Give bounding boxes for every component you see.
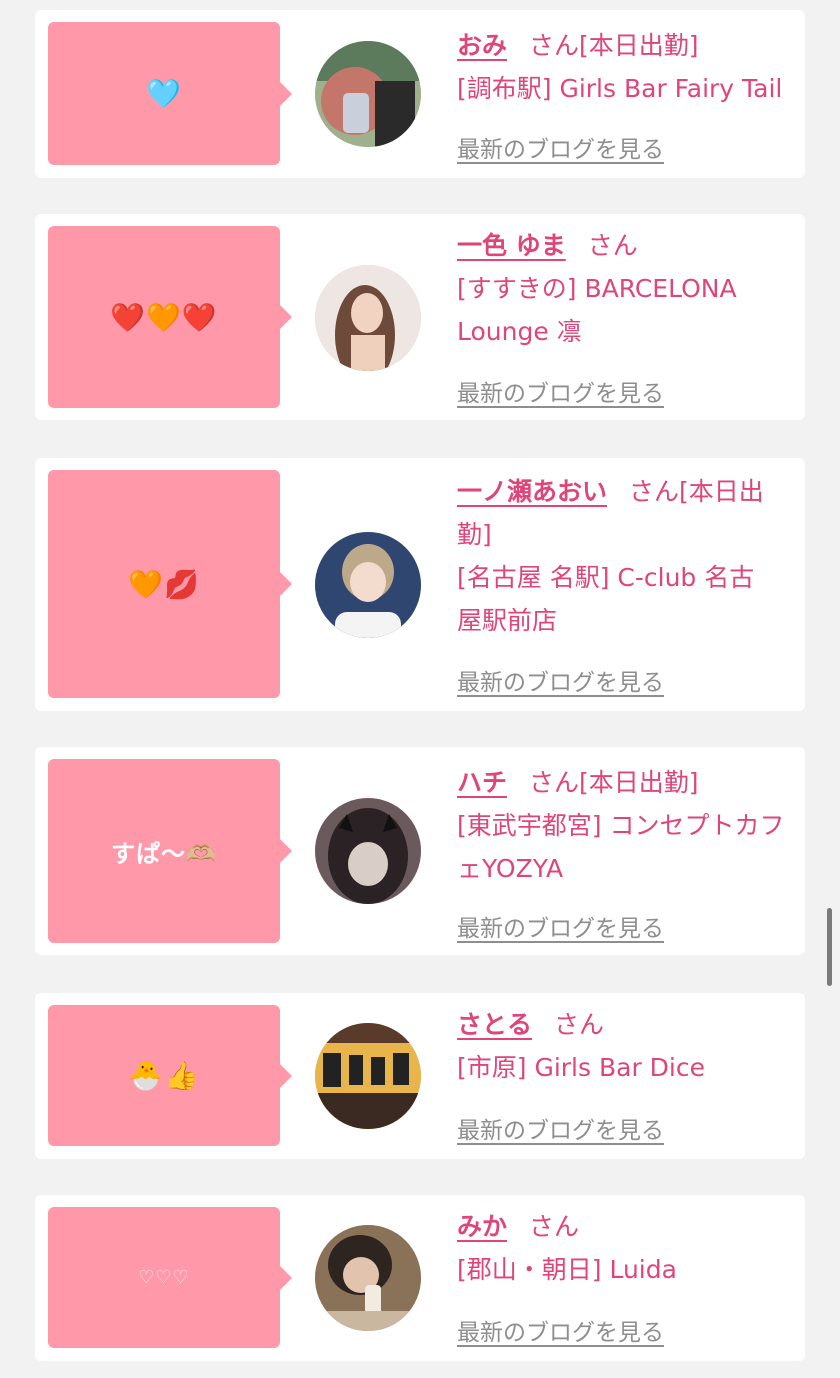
scrollbar[interactable] [827, 908, 832, 986]
girl-name-link[interactable]: 一色 ゆま [457, 231, 566, 260]
message-bubble: 🐣👍 [48, 1005, 292, 1146]
girl-name-link[interactable]: ハチ [457, 768, 507, 797]
honorific: さん [629, 477, 680, 506]
blog-card: ♡♡♡ みか さん [郡山・朝日] Luida 最新のブログを見る [35, 1195, 805, 1361]
shop-text: [東武宇都宮] コンセプトカフェYOZYA [457, 811, 785, 883]
avatar[interactable] [315, 1023, 421, 1129]
girl-name-link[interactable]: さとる [457, 1010, 532, 1039]
blog-card: 🧡💋 一ノ瀬あおい さん[本日出勤] [名古屋 名駅] C-club 名古屋駅前店… [35, 458, 805, 711]
latest-blog-link[interactable]: 最新のブログを見る [457, 663, 664, 697]
message-bubble: すぱ〜🫶🏼 [48, 759, 292, 943]
entry-info: 一ノ瀬あおい さん[本日出勤] [名古屋 名駅] C-club 名古屋駅前店 [457, 470, 797, 642]
latest-blog-link[interactable]: 最新のブログを見る [457, 1313, 664, 1347]
blog-card: すぱ〜🫶🏼 ハチ さん[本日出勤] [東武宇都宮] コンセプトカフェYOZYA 最… [35, 747, 805, 955]
avatar[interactable] [315, 1225, 421, 1331]
latest-blog-link[interactable]: 最新のブログを見る [457, 909, 664, 943]
name-line: みか さん [457, 1205, 797, 1248]
entry-info: 一色 ゆま さん [すすきの] BARCELONA Lounge 凛 [457, 224, 797, 353]
shop-text: [調布駅] Girls Bar Fairy Tail [457, 74, 783, 103]
message-text: 🐣👍 [128, 1059, 200, 1092]
name-line: ハチ さん[本日出勤] [457, 761, 797, 804]
shop-text: [郡山・朝日] Luida [457, 1255, 677, 1284]
message-bubble: ♡♡♡ [48, 1207, 292, 1348]
message-text: ♡♡♡ [138, 1267, 190, 1288]
message-text: すぱ〜🫶🏼 [111, 839, 217, 868]
latest-blog-link[interactable]: 最新のブログを見る [457, 374, 664, 408]
avatar-image [315, 1023, 421, 1129]
blog-card: ❤️🧡❤️ 一色 ゆま さん [すすきの] BARCELONA Lounge 凛 … [35, 214, 805, 420]
blog-card: 🩵 おみ さん[本日出勤] [調布駅] Girls Bar Fairy Tail … [35, 10, 805, 178]
shop-text: [すすきの] BARCELONA Lounge 凛 [457, 274, 737, 346]
name-line: 一ノ瀬あおい さん[本日出勤] [457, 470, 777, 556]
honorific: さん [587, 231, 638, 260]
message-bubble: 🧡💋 [48, 470, 292, 698]
message-bubble: 🩵 [48, 22, 292, 165]
avatar[interactable] [315, 41, 421, 147]
latest-blog-link[interactable]: 最新のブログを見る [457, 130, 664, 164]
status-text: [本日出勤] [579, 31, 699, 60]
avatar-image [315, 265, 421, 371]
latest-blog-link[interactable]: 最新のブログを見る [457, 1111, 664, 1145]
entry-info: おみ さん[本日出勤] [調布駅] Girls Bar Fairy Tail [457, 24, 797, 110]
girl-name-link[interactable]: 一ノ瀬あおい [457, 477, 607, 506]
entry-info: ハチ さん[本日出勤] [東武宇都宮] コンセプトカフェYOZYA [457, 761, 797, 890]
avatar-image [315, 41, 421, 147]
avatar-image [315, 1225, 421, 1331]
girl-name-link[interactable]: おみ [457, 31, 507, 60]
status-text: [本日出勤] [579, 768, 699, 797]
shop-text: [名古屋 名駅] C-club 名古屋駅前店 [457, 563, 755, 635]
girl-name-link[interactable]: みか [457, 1212, 507, 1241]
name-line: 一色 ゆま さん [457, 224, 797, 267]
shop-text: [市原] Girls Bar Dice [457, 1053, 705, 1082]
avatar-image [315, 532, 421, 638]
message-bubble: ❤️🧡❤️ [48, 226, 292, 408]
message-text: 🧡💋 [128, 567, 200, 601]
honorific: さん [529, 1212, 580, 1241]
entry-info: みか さん [郡山・朝日] Luida [457, 1205, 797, 1291]
avatar[interactable] [315, 532, 421, 638]
avatar-image [315, 798, 421, 904]
entry-info: さとる さん [市原] Girls Bar Dice [457, 1003, 797, 1089]
avatar[interactable] [315, 798, 421, 904]
honorific: さん [554, 1010, 605, 1039]
honorific: さん [529, 768, 580, 797]
honorific: さん [529, 31, 580, 60]
message-text: ❤️🧡❤️ [110, 300, 218, 334]
avatar[interactable] [315, 265, 421, 371]
blog-card: 🐣👍 さとる さん [市原] Girls Bar Dice 最新のブログを見る [35, 993, 805, 1159]
name-line: おみ さん[本日出勤] [457, 24, 797, 67]
message-text: 🩵 [146, 77, 182, 110]
name-line: さとる さん [457, 1003, 797, 1046]
